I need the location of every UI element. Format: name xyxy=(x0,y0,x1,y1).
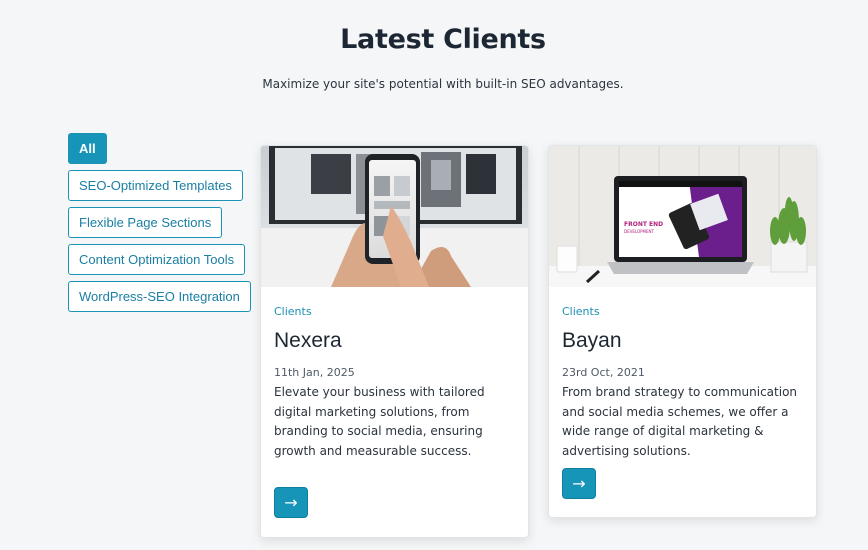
filter-content-tools-button[interactable]: Content Optimization Tools xyxy=(68,244,246,275)
card-description: From brand strategy to communication and… xyxy=(562,385,798,458)
client-card-nexera: Clients Nexera 11th Jan, 2025 Elevate yo… xyxy=(260,145,529,538)
read-more-button[interactable]: → xyxy=(562,468,596,499)
card-title[interactable]: Bayan xyxy=(562,329,803,353)
card-date: 23rd Oct, 2021 xyxy=(562,366,645,379)
filter-list: All SEO-Optimized Templates Flexible Pag… xyxy=(68,133,251,318)
section-title: Latest Clients xyxy=(340,24,546,55)
arrow-right-icon: → xyxy=(284,493,298,512)
card-description: Elevate your business with tailored digi… xyxy=(274,385,485,458)
client-card-bayan: FRONT END DEVELOPMENT Clients Bayan 23rd… xyxy=(548,145,817,518)
card-category[interactable]: Clients xyxy=(274,305,515,318)
filter-wordpress-seo-button[interactable]: WordPress-SEO Integration xyxy=(68,281,251,312)
filter-all-button[interactable]: All xyxy=(68,133,107,164)
laptop-front-end-development-image: FRONT END DEVELOPMENT xyxy=(549,146,816,287)
phone-in-hand-image xyxy=(261,146,528,287)
card-title[interactable]: Nexera xyxy=(274,329,515,353)
read-more-button[interactable]: → xyxy=(274,487,308,518)
card-date: 11th Jan, 2025 xyxy=(274,366,355,379)
filter-seo-templates-button[interactable]: SEO-Optimized Templates xyxy=(68,170,243,201)
arrow-right-icon: → xyxy=(572,474,586,493)
section-subtitle: Maximize your site's potential with buil… xyxy=(262,77,624,91)
card-category[interactable]: Clients xyxy=(562,305,803,318)
image-text-development: DEVELOPMENT xyxy=(624,229,654,234)
image-text-front-end: FRONT END xyxy=(624,221,663,228)
filter-page-sections-button[interactable]: Flexible Page Sections xyxy=(68,207,223,238)
